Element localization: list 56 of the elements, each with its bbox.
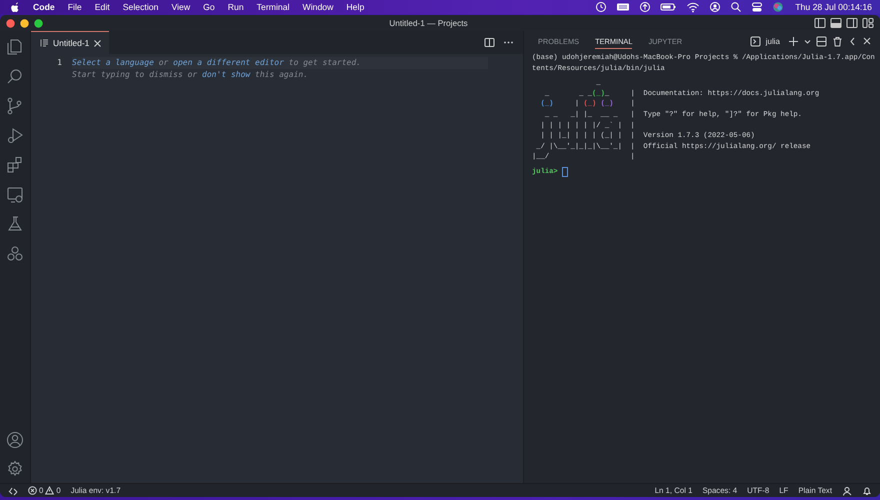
circles-icon[interactable] xyxy=(5,244,25,264)
menu-item[interactable]: Run xyxy=(228,2,244,12)
close-icon[interactable] xyxy=(862,36,872,46)
menu-item[interactable]: Help xyxy=(346,2,364,12)
battery-icon[interactable] xyxy=(660,1,678,13)
sidebar-toggle-icon[interactable] xyxy=(846,17,858,29)
wifi-icon[interactable] xyxy=(686,1,700,13)
play-bug-icon[interactable] xyxy=(5,126,25,146)
menu-item[interactable]: File xyxy=(68,2,82,12)
upload-icon[interactable] xyxy=(639,1,652,13)
hint-text: Select a language or open a different editor to get started. xyxy=(72,57,488,68)
monitor-icon[interactable] xyxy=(5,184,25,204)
warning-icon xyxy=(45,486,54,495)
bell-icon[interactable] xyxy=(862,486,872,496)
hint-text: Start typing to dismiss or don't show this again. xyxy=(72,68,310,80)
user-icon[interactable] xyxy=(709,1,722,13)
error-icon xyxy=(28,486,37,495)
keyboard-icon[interactable] xyxy=(616,1,630,13)
chevron-down-icon[interactable] xyxy=(804,38,811,44)
apple-icon[interactable] xyxy=(10,1,20,13)
hint-link[interactable]: don't show xyxy=(202,70,250,78)
hint-link[interactable]: Select a language xyxy=(72,58,154,67)
clock-icon[interactable] xyxy=(595,1,608,13)
split-terminal-icon[interactable] xyxy=(816,36,827,46)
panel-toggle-icon[interactable] xyxy=(830,17,842,29)
menu-item[interactable]: Edit xyxy=(94,2,110,12)
close-icon[interactable] xyxy=(6,18,15,28)
terminal-name[interactable]: julia xyxy=(766,36,780,46)
search-icon[interactable] xyxy=(730,1,742,13)
chevron-left-icon[interactable] xyxy=(848,36,857,46)
toggles-icon[interactable] xyxy=(751,1,764,13)
layout-icon[interactable] xyxy=(862,17,874,29)
menu-item[interactable]: Go xyxy=(203,2,215,12)
menu-item[interactable]: Window xyxy=(302,2,334,12)
line-number: 1 xyxy=(56,57,62,68)
hint-link[interactable]: open a different editor xyxy=(173,58,284,67)
remote-icon[interactable] xyxy=(8,486,18,496)
trash-icon[interactable] xyxy=(832,36,843,46)
close-icon[interactable] xyxy=(93,38,102,48)
editor-tab[interactable]: Untitled-1 xyxy=(31,31,110,54)
zoom-icon[interactable] xyxy=(34,18,43,28)
terminal-cursor xyxy=(562,167,568,178)
app-menu[interactable]: Code xyxy=(33,2,55,12)
account-icon[interactable] xyxy=(5,430,25,450)
split-editor-icon[interactable] xyxy=(484,37,495,48)
clock[interactable]: Thu 28 Jul 00:14:16 xyxy=(795,2,872,12)
orb-icon[interactable] xyxy=(772,1,784,13)
terminal-icon[interactable] xyxy=(750,36,761,46)
window-title: Untitled-1 — Projects xyxy=(388,18,469,28)
plus-icon[interactable] xyxy=(788,36,799,46)
menu-item[interactable]: Selection xyxy=(122,2,158,12)
menu-item[interactable]: View xyxy=(171,2,190,12)
minimize-icon[interactable] xyxy=(20,18,29,28)
sidebar-toggle-icon[interactable] xyxy=(814,17,826,29)
lines-icon xyxy=(40,38,49,48)
menu-item[interactable]: Terminal xyxy=(256,2,290,12)
